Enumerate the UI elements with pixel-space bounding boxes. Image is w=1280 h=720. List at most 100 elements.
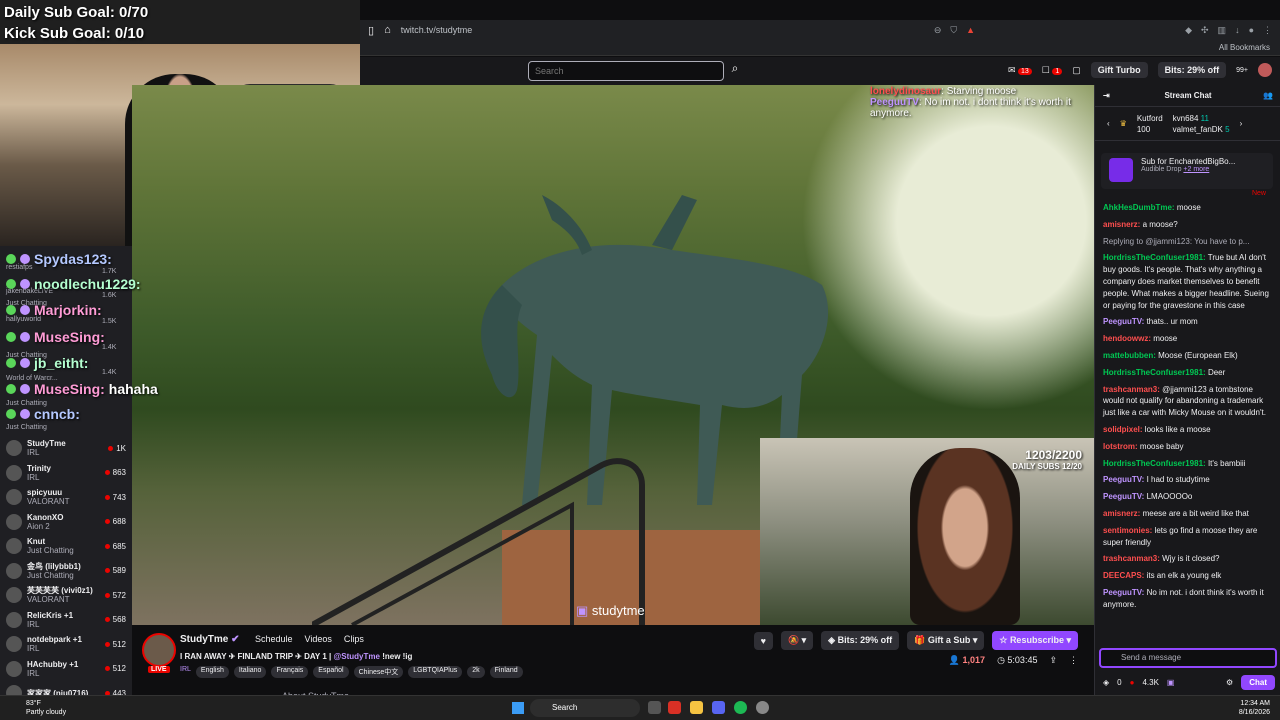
top-gifter[interactable]: valmet_fanDK 5 — [1173, 124, 1230, 135]
chat-username[interactable]: solidpixel: — [1103, 425, 1143, 434]
sidebar-channel-item[interactable]: HAchubby +1 IRL 512 — [0, 657, 132, 681]
top-gifter[interactable]: Kutford 100 — [1137, 113, 1163, 135]
sidebar-channel-item[interactable]: Trinity IRL 863 — [0, 461, 132, 485]
extension-icon[interactable]: ◆ — [1185, 25, 1192, 36]
bits-icon[interactable]: ◈ — [1103, 678, 1109, 687]
zoom-icon[interactable]: ⊖ — [934, 25, 942, 36]
bookmark-icon[interactable]: ▯ — [368, 24, 374, 37]
chat-username[interactable]: PeeguuTV: — [1103, 492, 1144, 501]
site-info-icon[interactable]: ⌂ — [384, 24, 391, 36]
more-options-icon[interactable]: ⋮ — [1069, 655, 1078, 666]
bits-button[interactable]: Bits: 29% off — [1157, 62, 1227, 78]
download-icon[interactable]: ↓ — [1235, 25, 1240, 35]
channel-name[interactable]: StudyTme ✔ — [180, 634, 240, 645]
users-icon[interactable]: 👥 — [1263, 91, 1273, 100]
tag[interactable]: Finland — [489, 666, 523, 678]
chat-username[interactable]: amisnerz: — [1103, 509, 1140, 518]
viewer-count: 512 — [105, 664, 126, 673]
resubscribe-button[interactable]: ☆ Resubscribe ▾ — [992, 631, 1078, 650]
sidebar-channel-item[interactable]: spicyuuu VALORANT 743 — [0, 485, 132, 509]
chat-username[interactable]: PeeguuTV: — [1103, 317, 1144, 326]
chat-username[interactable]: trashcanman3: — [1103, 554, 1160, 563]
taskview-icon[interactable] — [648, 701, 661, 714]
drop-more-link[interactable]: +2 more — [1183, 166, 1209, 173]
cheer-icon[interactable]: ● — [1130, 678, 1135, 687]
chat-send-button[interactable]: Chat — [1241, 675, 1275, 690]
hype-icon[interactable]: ▣ — [1167, 678, 1175, 687]
chat-input[interactable]: Send a message — [1099, 648, 1277, 668]
search-icon[interactable]: ⌕ — [726, 61, 744, 81]
sidebar-channel-item[interactable]: Knut Just Chatting 685 — [0, 534, 132, 558]
sidebar-channel-item[interactable]: 金鸟 (lilybbb1) Just Chatting 589 — [0, 559, 132, 583]
taskbar-search[interactable]: Search — [530, 699, 640, 717]
chat-username[interactable]: AhkHesDumbTme: — [1103, 203, 1175, 212]
shield-icon[interactable]: ⛉ — [950, 25, 957, 36]
tag[interactable]: Español — [313, 666, 349, 678]
app-icon[interactable] — [756, 701, 769, 714]
tag[interactable]: Italiano — [233, 666, 267, 678]
sidebar-channel-item[interactable]: notdebpark +1 IRL 512 — [0, 632, 132, 656]
channel-avatar[interactable] — [142, 633, 176, 667]
chat-username[interactable]: HordrissTheConfuser1981: — [1103, 459, 1206, 468]
chat-username[interactable]: HordrissTheConfuser1981: — [1103, 368, 1206, 377]
explorer-app-icon[interactable] — [690, 701, 703, 714]
sidebar-channel-item[interactable]: 芙芙芙芙 (vivi0z1) VALORANT 572 — [0, 583, 132, 607]
notification-bell-icon[interactable]: 🔕 ▾ — [780, 631, 814, 650]
top-gifter[interactable]: kvn684 11 — [1173, 113, 1230, 124]
tag[interactable]: English — [195, 666, 229, 678]
clips-link[interactable]: Clips — [344, 634, 364, 644]
tag[interactable]: Français — [271, 666, 309, 678]
badge-icon — [6, 409, 16, 419]
chat-username[interactable]: HordrissTheConfuser1981: — [1103, 253, 1206, 262]
chat-username[interactable]: trashcanman3: — [1103, 385, 1160, 394]
category-link[interactable]: IRL — [180, 666, 191, 678]
browser-app-icon[interactable] — [668, 701, 681, 714]
sidebar-channel-item[interactable]: RelicKris +1 IRL 568 — [0, 608, 132, 632]
start-button[interactable] — [512, 702, 524, 714]
schedule-link[interactable]: Schedule — [255, 634, 293, 644]
tag[interactable]: 2k — [467, 666, 485, 678]
follow-heart-icon[interactable]: ♥ — [753, 631, 773, 650]
puzzle-icon[interactable]: ✣ — [1201, 25, 1209, 36]
title-handle[interactable]: @StudyTme — [333, 652, 379, 661]
weather-widget[interactable]: 83°F Partly cloudy — [26, 699, 66, 717]
gift-turbo-button[interactable]: Gift Turbo — [1090, 62, 1148, 78]
bookmarks-folder[interactable]: All Bookmarks — [1219, 43, 1270, 52]
overlay-chat-user: MuseSing: hahaha — [6, 381, 158, 397]
address-bar[interactable]: twitch.tv/studytme — [401, 25, 473, 35]
videos-link[interactable]: Videos — [305, 634, 332, 644]
discord-app-icon[interactable] — [712, 701, 725, 714]
chat-username[interactable]: amisnerz: — [1103, 220, 1140, 229]
tag[interactable]: Chinese中文 — [353, 666, 404, 678]
chevron-left-icon[interactable]: ‹ — [1107, 119, 1110, 128]
collapse-chat-icon[interactable]: ⇥ — [1103, 91, 1110, 100]
inbox-icon[interactable]: ☐ 1 — [1042, 65, 1063, 76]
search-input[interactable] — [528, 61, 724, 81]
system-clock[interactable]: 12:34 AM 8/16/2026 — [1239, 699, 1270, 717]
chat-username[interactable]: PeeguuTV: — [1103, 588, 1144, 597]
chat-username[interactable]: PeeguuTV: — [1103, 475, 1144, 484]
sidebar-channel-item[interactable]: KanonXO Aion 2 688 — [0, 510, 132, 534]
sidepanel-icon[interactable]: ▥ — [1218, 25, 1227, 36]
menu-icon[interactable]: ⋮ — [1263, 25, 1272, 36]
chevron-right-icon[interactable]: › — [1240, 119, 1243, 128]
chat-username[interactable]: mattebubben: — [1103, 351, 1156, 360]
audible-drop-card[interactable]: Sub for EnchantedBigBo... Audible Drop +… — [1101, 153, 1273, 189]
notifications-icon[interactable]: ✉ 13 — [1008, 65, 1032, 76]
share-icon[interactable]: ⇪ — [1049, 655, 1057, 666]
bits-discount-label: Bits: 29% off — [837, 635, 893, 645]
chat-username[interactable]: hendoowwz: — [1103, 334, 1151, 343]
chat-username[interactable]: lotstrom: — [1103, 442, 1138, 451]
profile-icon[interactable]: ● — [1249, 25, 1254, 35]
alert-icon[interactable]: ▲ — [966, 25, 975, 35]
spotify-app-icon[interactable] — [734, 701, 747, 714]
bits-discount-button[interactable]: ◈ Bits: 29% off — [821, 631, 900, 650]
sidebar-channel-item[interactable]: StudyTme IRL 1K — [0, 436, 132, 460]
settings-icon[interactable]: ⚙ — [1226, 678, 1233, 687]
chat-username[interactable]: sentimonies: — [1103, 526, 1152, 535]
avatar[interactable] — [1258, 63, 1272, 77]
tag[interactable]: LGBTQIAPlus — [408, 666, 463, 678]
chat-username[interactable]: DEECAPS: — [1103, 571, 1144, 580]
gift-sub-button[interactable]: 🎁 Gift a Sub ▾ — [907, 631, 985, 650]
whispers-icon[interactable]: ▢ — [1072, 65, 1081, 76]
